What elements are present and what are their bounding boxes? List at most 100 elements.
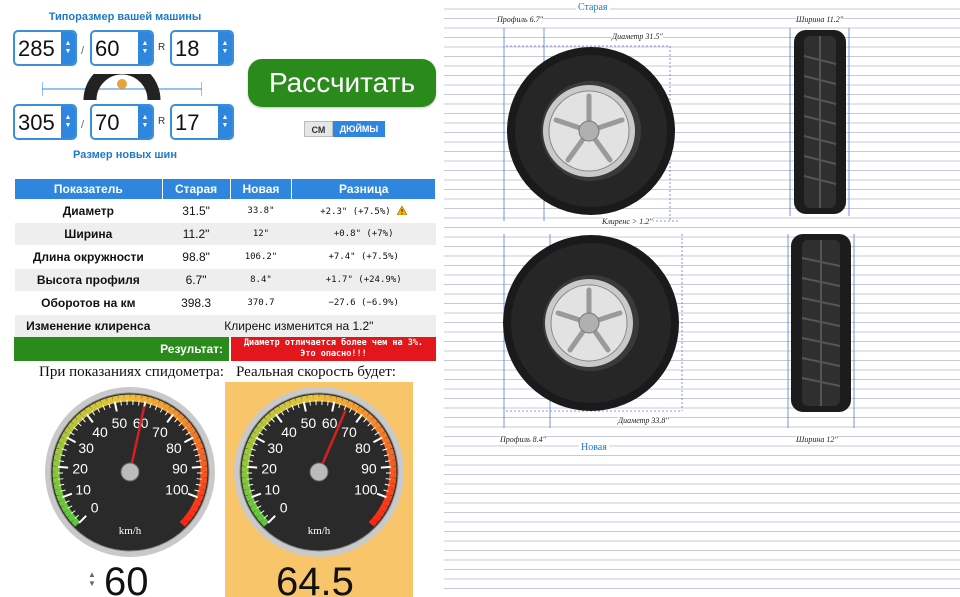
gauge-band-segment xyxy=(61,431,71,441)
new-profile-stepper[interactable]: 70 ▲ ▼ xyxy=(90,104,154,140)
gauge-band-segment xyxy=(151,398,160,407)
gauge-band-segment xyxy=(243,448,253,456)
speed-stepper-arrows-icon[interactable]: ▲ ▼ xyxy=(86,570,98,588)
gauge-band-segment xyxy=(243,488,253,496)
old-profile-value: 60 xyxy=(95,36,120,61)
stepper-arrows-icon[interactable]: ▲ ▼ xyxy=(61,32,75,64)
old-profile-stepper[interactable]: 60 ▲ ▼ xyxy=(90,30,154,66)
gauge-band-segment xyxy=(161,403,171,413)
gauge-band-segment xyxy=(241,460,250,467)
table-row: Диаметр 31.5" 33.8" +2.3" (+7.5%) xyxy=(14,199,436,223)
gauge-tick-label: 80 xyxy=(355,440,371,456)
row-label: Диаметр xyxy=(14,199,163,223)
row-label: Ширина xyxy=(14,222,163,246)
old-tire-tread-icon xyxy=(794,30,846,214)
result-warning: Диаметр отличается более чем на 3%. Это … xyxy=(231,337,436,361)
gauge-band-segment xyxy=(89,403,99,413)
new-tire-side-icon xyxy=(503,235,679,411)
new-tire-diagram xyxy=(503,234,855,428)
gauge-unit-label: km/h xyxy=(308,525,331,537)
gauge-band-segment xyxy=(245,493,254,502)
stepper-arrows-icon[interactable]: ▲ ▼ xyxy=(61,106,75,138)
old-width-label: Ширина 11.2" xyxy=(796,15,844,24)
gauge-band-segment xyxy=(140,395,148,404)
gauge-tick xyxy=(247,465,258,469)
new-tire-tread-icon xyxy=(791,234,851,412)
svg-text:285 60 R 18: 285 60 R 18 xyxy=(108,90,136,96)
gauge-band-segment xyxy=(112,395,120,404)
old-width-stepper[interactable]: 285 ▲ ▼ xyxy=(13,30,77,66)
gauge-band-segment xyxy=(329,395,337,404)
new-value: 33.8" xyxy=(230,199,292,223)
gauge-band-segment xyxy=(385,448,395,456)
old-tire-side-icon xyxy=(507,47,675,215)
gauge-band-segment xyxy=(335,396,343,406)
old-tire-diagram xyxy=(503,28,850,222)
gauge-band-segment xyxy=(58,498,68,507)
result-warning-line: Диаметр отличается более чем на 3%. xyxy=(243,338,424,348)
gauge-band-segment xyxy=(345,400,354,410)
gauge-band-segment xyxy=(95,400,104,410)
unit-toggle[interactable]: СМ ДЮЙМЫ xyxy=(304,121,385,137)
old-rim-stepper[interactable]: 18 ▲ ▼ xyxy=(170,30,234,66)
gauge-band-segment xyxy=(368,417,378,427)
gauge-band-segment xyxy=(183,513,193,523)
gauge-band-segment xyxy=(278,403,288,413)
gauge-band-segment xyxy=(156,400,165,410)
unit-inch-button[interactable]: ДЮЙМЫ xyxy=(333,121,385,137)
comparison-table: Показатель Старая Новая Разница Диаметр … xyxy=(14,178,436,338)
clearance-value: Клиренс изменится на 1.2" xyxy=(162,314,436,338)
gauge-tick-label: 20 xyxy=(261,460,277,476)
gauge-band-segment xyxy=(250,503,260,513)
table-row: Ширина 11.2" 12" +0.8" (+7%) xyxy=(14,222,436,246)
indicated-speed-caption: При показаниях спидометра: xyxy=(39,364,224,380)
gauge-band-segment xyxy=(384,493,393,502)
stepper-arrows-icon[interactable]: ▲ ▼ xyxy=(138,32,152,64)
old-diameter-label: Диаметр 31.5" xyxy=(612,32,663,41)
old-value: 31.5" xyxy=(162,199,231,223)
gauge-band-segment xyxy=(64,508,74,518)
gauge-band-segment xyxy=(364,413,374,423)
gauge-band-segment xyxy=(71,517,81,527)
gauge-band-segment xyxy=(284,400,293,410)
gauge-band-segment xyxy=(247,437,257,446)
gauge-band-segment xyxy=(384,442,393,451)
clearance-label: Клиренс > 1.2" xyxy=(602,217,653,226)
new-value: 8.4" xyxy=(230,268,292,292)
gauge-band-segment xyxy=(256,513,266,523)
gauge-band-segment xyxy=(118,394,125,403)
new-rim-stepper[interactable]: 17 ▲ ▼ xyxy=(170,104,234,140)
gauge-band-segment xyxy=(64,426,74,436)
stepper-arrows-icon[interactable]: ▲ ▼ xyxy=(218,32,232,64)
gauge-band-segment xyxy=(195,442,204,451)
column-header: Показатель xyxy=(14,178,163,200)
table-row: Высота профиля 6.7" 8.4" +1.7" (+24.9%) xyxy=(14,268,436,292)
calculator-panel: Типоразмер вашей машины 285 ▲ ▼ / 60 ▲ ▼ R… xyxy=(0,0,440,597)
gauge-band-segment xyxy=(253,508,263,518)
gauge-band-segment xyxy=(192,498,202,507)
gauge-band-segment xyxy=(58,437,68,446)
diff-value: −27.6 (−6.9%) xyxy=(291,291,436,315)
old-value: 11.2" xyxy=(162,222,231,246)
gauge-band-segment xyxy=(242,454,251,462)
column-header: Новая xyxy=(229,178,293,200)
gauge-band-segment xyxy=(260,517,270,527)
unit-cm-button[interactable]: СМ xyxy=(304,121,333,137)
diff-value: +1.7" (+24.9%) xyxy=(291,268,436,292)
gauge-tick xyxy=(380,465,391,469)
gauge-band-segment xyxy=(256,421,266,431)
stepper-arrows-icon[interactable]: ▲ ▼ xyxy=(218,106,232,138)
gauge-tick-label: 50 xyxy=(112,415,128,431)
old-size-caption: Типоразмер вашей машины xyxy=(48,11,202,23)
gauge-tick xyxy=(191,465,202,469)
gauge-band-segment xyxy=(54,448,64,456)
gauge-band-segment xyxy=(67,421,77,431)
gauge-band-segment xyxy=(198,454,207,462)
new-width-stepper[interactable]: 305 ▲ ▼ xyxy=(13,104,77,140)
gauge-tick xyxy=(327,400,329,406)
calculate-button[interactable]: Рассчитать xyxy=(248,59,436,107)
diff-value: +2.3" (+7.5%) xyxy=(291,199,436,223)
row-label: Оборотов на км xyxy=(14,291,163,315)
gauge-tick-label: 30 xyxy=(78,440,94,456)
stepper-arrows-icon[interactable]: ▲ ▼ xyxy=(138,106,152,138)
